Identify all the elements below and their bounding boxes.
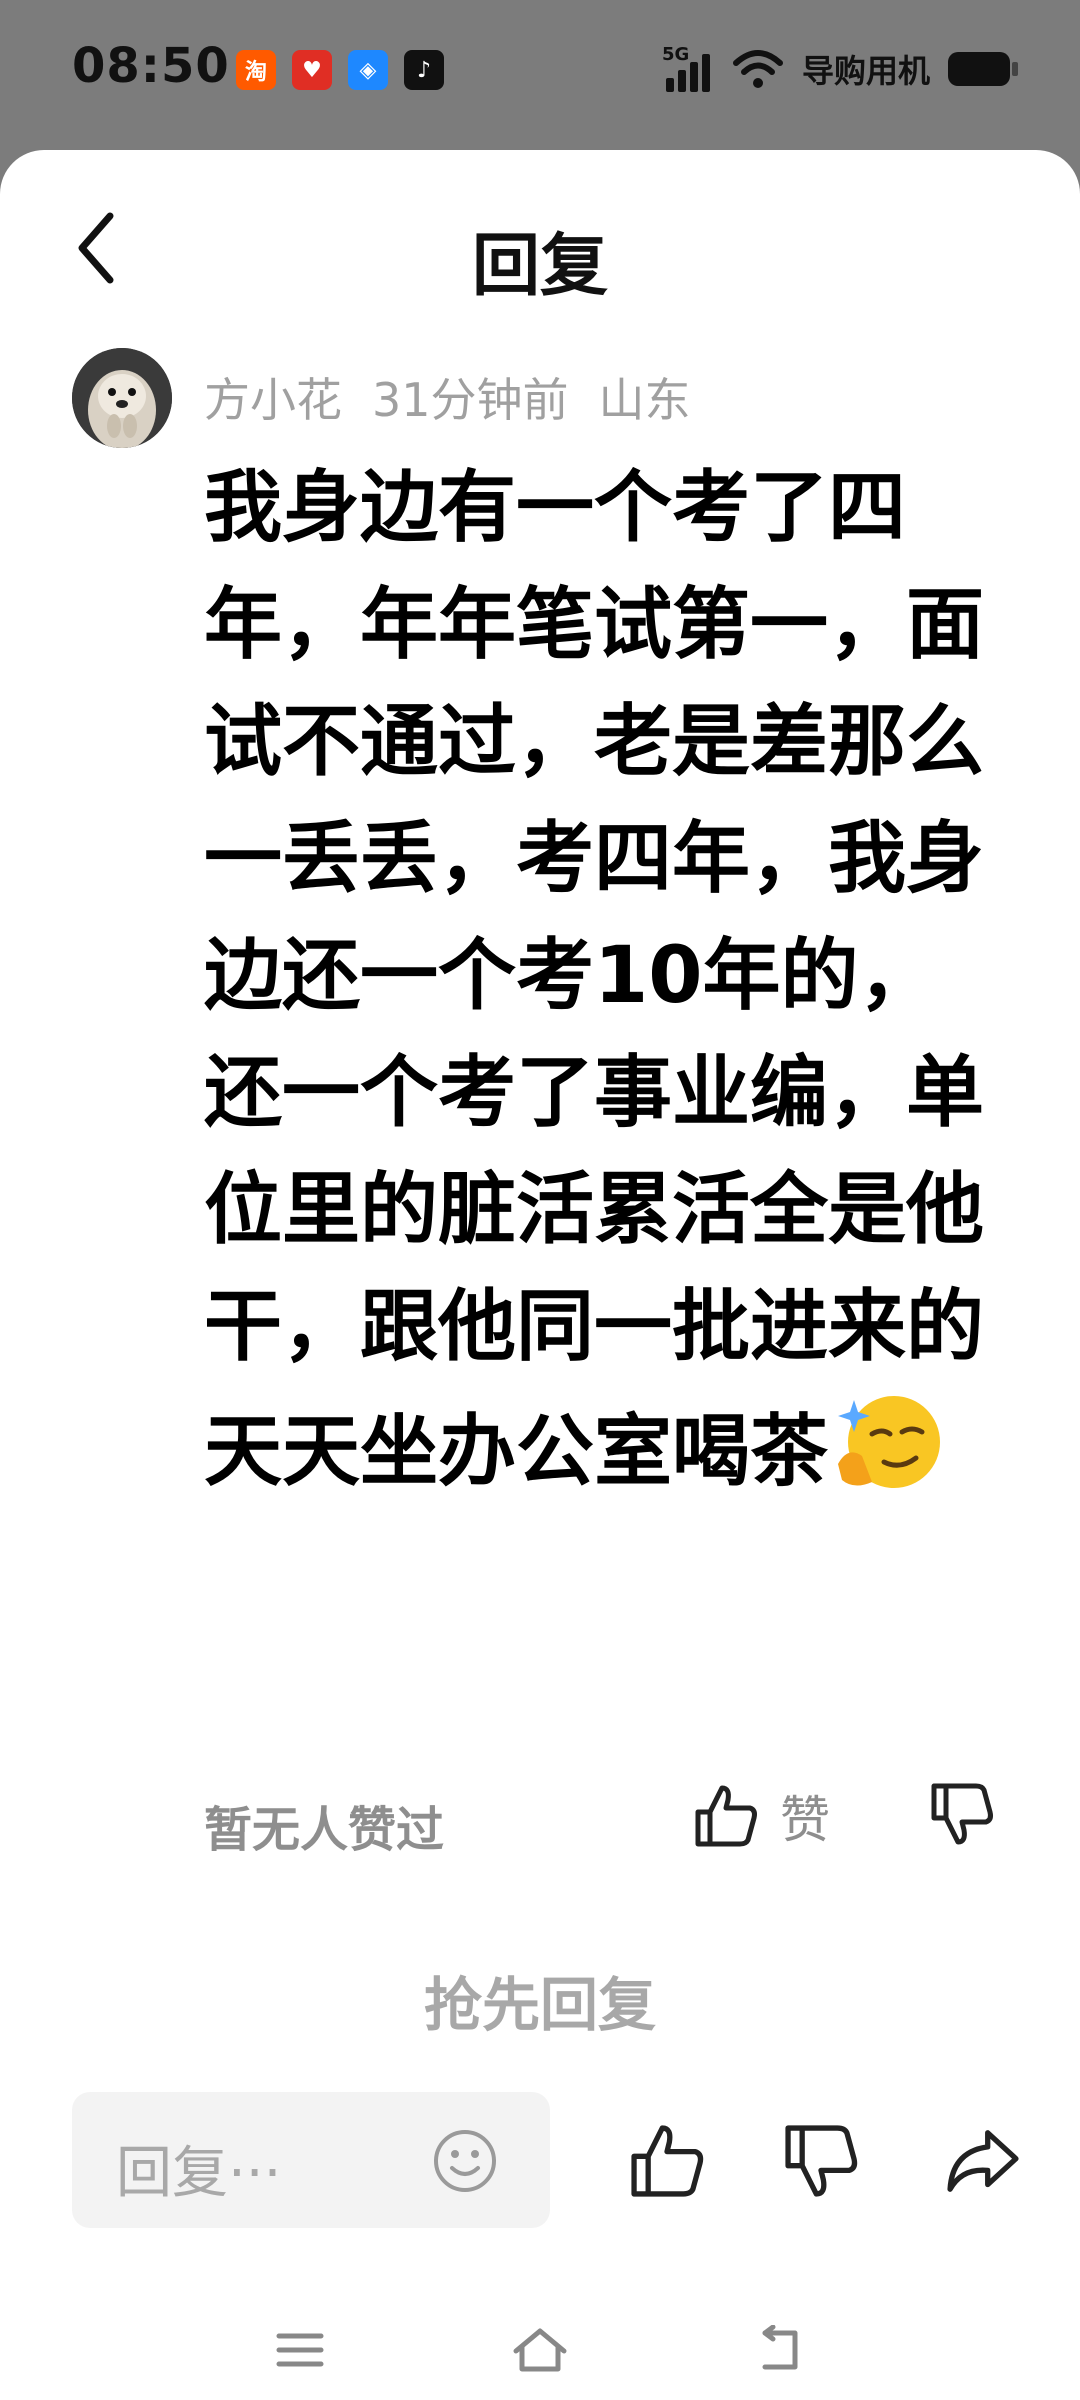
blue-app-icon: ◈ <box>348 50 388 90</box>
thumbs-down-icon <box>931 1783 993 1845</box>
status-bar: 08:50 淘 ♥ ◈ ♪ 5G 导购用机 <box>0 0 1080 150</box>
reply-sheet: 回复 方小花 31分钟前 山东 我身边有一个考了四年，年年笔试第一，面试不通过，… <box>0 150 1080 2400</box>
bottom-dislike-button[interactable] <box>776 2116 866 2206</box>
reply-input-container[interactable]: 回复··· <box>72 2092 550 2228</box>
notification-icons: 淘 ♥ ◈ ♪ <box>236 50 444 90</box>
comment-location: 山东 <box>598 373 691 427</box>
thumbs-down-icon <box>785 2125 858 2197</box>
wifi-icon <box>732 50 783 88</box>
likes-row: 暂无人赞过 赞 <box>204 1780 1004 1860</box>
pinduoduo-icon: ♥ <box>292 50 332 90</box>
douyin-icon: ♪ <box>404 50 444 90</box>
smirk-thinking-emoji-icon <box>838 1396 941 1488</box>
first-reply-prompt[interactable]: 抢先回复 <box>0 1958 1080 2042</box>
carrier-name: 导购用机 <box>801 52 930 90</box>
home-icon <box>513 2328 567 2372</box>
menu-icon <box>276 2333 324 2367</box>
back-nav-button[interactable] <box>750 2320 810 2380</box>
otter-avatar-image <box>72 348 172 448</box>
page-title: 回复 <box>471 227 608 306</box>
reply-input[interactable]: 回复··· <box>116 2128 281 2209</box>
author-name[interactable]: 方小花 <box>204 364 342 430</box>
home-button[interactable] <box>510 2320 570 2380</box>
network-type: 5G <box>661 44 690 65</box>
system-nav-bar <box>0 2300 1080 2400</box>
bottom-like-button[interactable] <box>622 2116 712 2206</box>
back-arrow-icon <box>762 2325 798 2370</box>
taobao-icon: 淘 <box>236 50 276 90</box>
share-arrow-icon <box>947 2130 1019 2192</box>
comment-text-block: 我身边有一个考了四年，年年笔试第一，面试不通过，老是差那么一丢丢，考四年，我身边… <box>204 450 1014 1511</box>
comment-time: 31分钟前 <box>372 373 569 427</box>
likes-count: 暂无人赞过 <box>204 1802 445 1858</box>
cell-signal-icon: 5G <box>661 44 714 92</box>
recent-apps-button[interactable] <box>270 2320 330 2380</box>
dislike-button[interactable] <box>928 1780 996 1852</box>
comment-text: 我身边有一个考了四年，年年笔试第一，面试不通过，老是差那么一丢丢，考四年，我身边… <box>204 463 985 1497</box>
avatar[interactable] <box>72 348 172 448</box>
status-indicators: 5G 导购用机 <box>661 44 1018 92</box>
status-time: 08:50 <box>72 38 230 94</box>
emoji-picker-icon[interactable] <box>432 2128 498 2194</box>
battery-icon <box>948 52 1018 86</box>
thumbs-up-icon <box>695 1785 757 1847</box>
share-button[interactable] <box>938 2116 1028 2206</box>
comment-meta: 方小花 31分钟前 山东 <box>204 364 691 430</box>
thumbs-up-icon <box>631 2125 704 2197</box>
like-button[interactable]: 赞 <box>692 1780 830 1852</box>
like-label: 赞 <box>780 1791 830 1849</box>
